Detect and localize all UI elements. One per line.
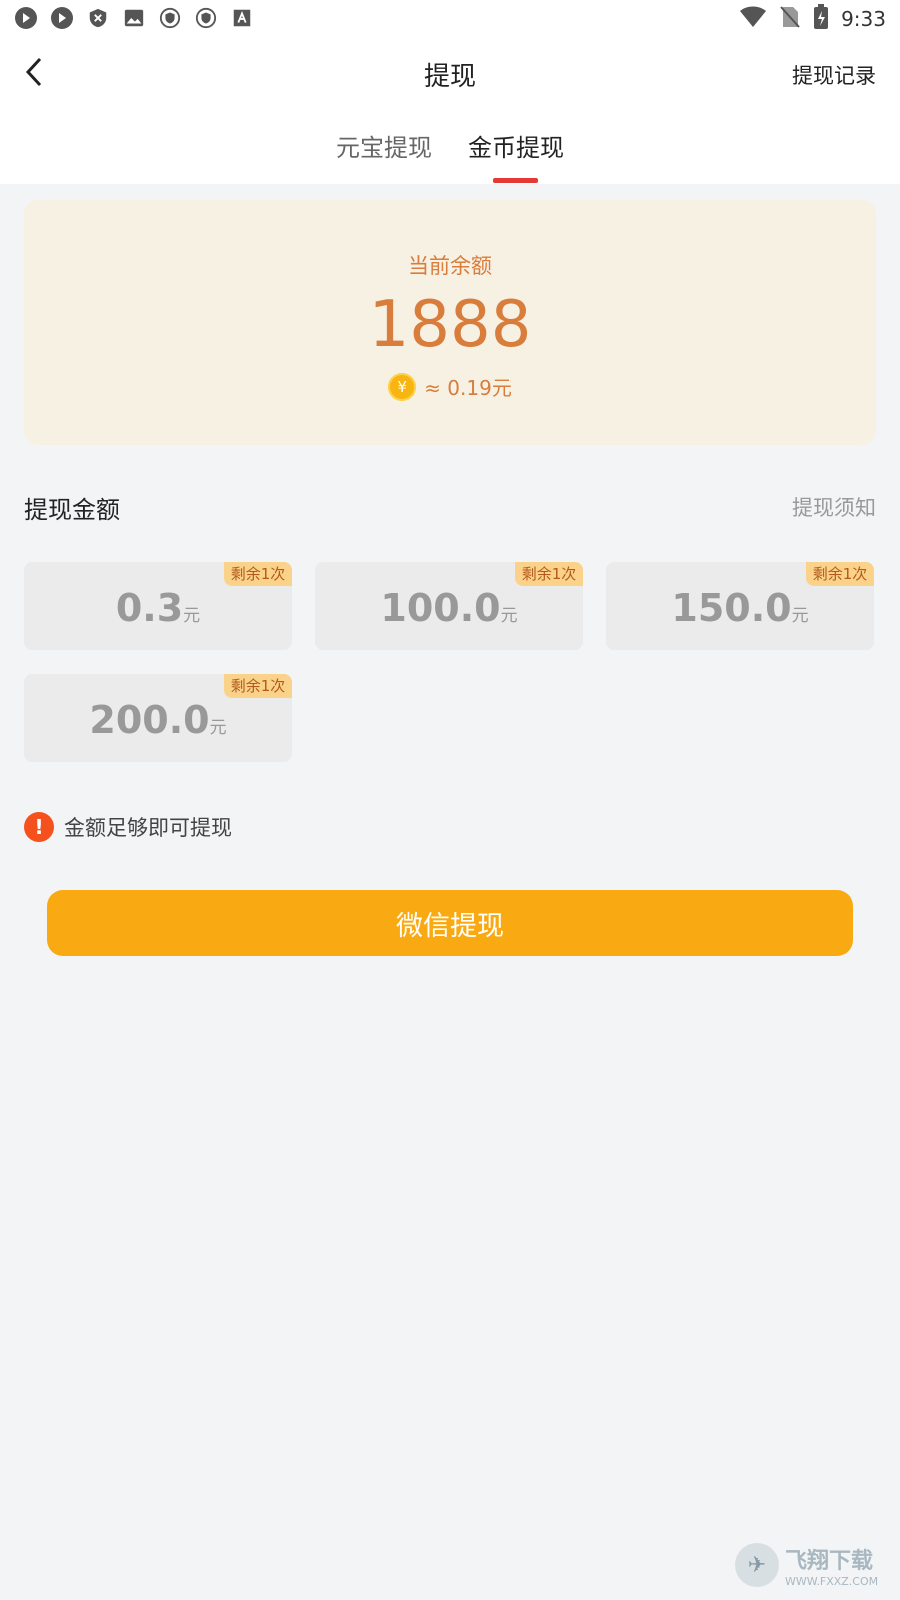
amount-option-2[interactable]: 150.0元 剩余1次 (606, 562, 874, 650)
tab-yuanbao-withdraw[interactable]: 元宝提现 (336, 128, 432, 163)
amount-unit: 元 (500, 606, 518, 626)
vpn-icon (194, 6, 218, 30)
coin-icon: ¥ (388, 372, 417, 401)
balance-conversion: ¥ ≈ 0.19元 (24, 372, 876, 401)
tip-text: 金额足够即可提现 (64, 816, 232, 840)
balance-card: 当前余额 1888 ¥ ≈ 0.19元 (24, 200, 876, 445)
amount-unit: 元 (183, 606, 201, 626)
amount-text: 200.0元 (24, 698, 292, 742)
battery-charging-icon (813, 4, 829, 34)
header: 提现 提现记录 元宝提现 金币提现 (0, 36, 900, 184)
vpn-icon (158, 6, 182, 30)
balance-value: 1888 (368, 288, 532, 362)
remaining-badge: 剩余1次 (224, 674, 292, 698)
amount-option-3[interactable]: 200.0元 剩余1次 (24, 674, 292, 762)
withdraw-record-link[interactable]: 提现记录 (792, 60, 876, 90)
tab-coin-withdraw[interactable]: 金币提现 (468, 128, 564, 163)
text-icon (230, 6, 254, 30)
amount-value: 150.0 (671, 586, 792, 630)
image-icon (122, 6, 146, 30)
balance-approx-value: ≈ 0.19元 (424, 376, 512, 400)
amount-unit: 元 (209, 718, 227, 738)
amount-value: 100.0 (380, 586, 501, 630)
shield-x-icon (86, 6, 110, 30)
watermark-text: 飞翔下载 WWW.FXXZ.COM (785, 1543, 878, 1588)
amount-value: 200.0 (89, 698, 210, 742)
balance-label: 当前余额 (408, 254, 492, 278)
withdraw-notice-link[interactable]: 提现须知 (792, 492, 876, 522)
status-icons-right: 9:33 (739, 4, 886, 34)
status-bar: 9:33 (0, 0, 900, 36)
remaining-badge: 剩余1次 (806, 562, 874, 586)
amount-unit: 元 (791, 606, 809, 626)
amount-value: 0.3 (115, 586, 184, 630)
watermark-logo-icon: ✈ (735, 1543, 779, 1587)
remaining-badge: 剩余1次 (224, 562, 292, 586)
withdraw-tip: ! 金额足够即可提现 (24, 812, 232, 842)
tab-bar: 元宝提现 金币提现 (0, 128, 900, 184)
wifi-icon (739, 5, 767, 33)
status-time: 9:33 (841, 7, 886, 31)
watermark: ✈ 飞翔下载 WWW.FXXZ.COM (735, 1540, 890, 1590)
message-icon (14, 6, 38, 30)
amount-option-1[interactable]: 100.0元 剩余1次 (315, 562, 583, 650)
no-sim-icon (779, 5, 801, 33)
withdraw-amount-title: 提现金额 (24, 496, 120, 524)
watermark-url: WWW.FXXZ.COM (785, 1574, 879, 1588)
wechat-withdraw-button[interactable]: 微信提现 (47, 890, 853, 956)
amount-text: 150.0元 (606, 586, 874, 630)
amount-text: 0.3元 (24, 586, 292, 630)
page-title: 提现 (423, 62, 476, 92)
watermark-title: 飞翔下载 (785, 1548, 874, 1574)
remaining-badge: 剩余1次 (515, 562, 583, 586)
message-icon (50, 6, 74, 30)
warning-icon: ! (24, 812, 54, 842)
status-icons-left (14, 6, 254, 30)
amount-option-0[interactable]: 0.3元 剩余1次 (24, 562, 292, 650)
tab-active-indicator (493, 178, 538, 183)
amount-text: 100.0元 (315, 586, 583, 630)
